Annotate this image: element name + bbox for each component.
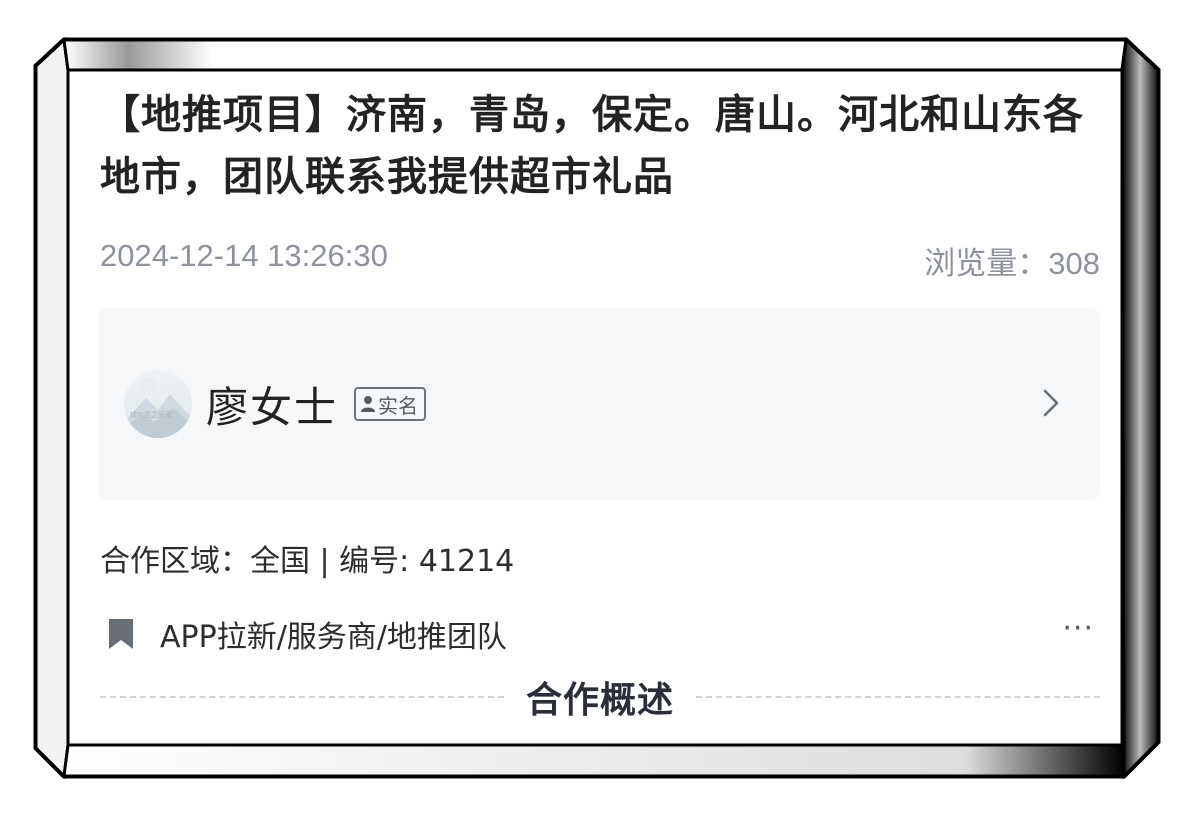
category-tags: APP拉新/服务商/地推团队 ··· bbox=[100, 612, 1100, 656]
publisher-name: 廖女士 bbox=[206, 382, 339, 432]
view-count: 浏览量：308 bbox=[924, 246, 1100, 281]
post-datetime: 2024-12-14 13:26:30 bbox=[100, 238, 388, 273]
avatar-image bbox=[124, 377, 192, 438]
more-options-button[interactable]: ··· bbox=[1062, 612, 1094, 646]
post-content: 【地推项目】济南，青岛，保定。唐山。河北和山东各地市，团队联系我提供超市礼品 2… bbox=[98, 84, 1101, 721]
avatar-text: 绿叶花之家家 bbox=[130, 411, 172, 419]
section-header: 合作概述 bbox=[100, 674, 1101, 721]
publisher-card[interactable]: 绿叶花之家家 廖女士 实名 bbox=[98, 308, 1100, 500]
divider-line-right bbox=[696, 696, 1101, 698]
chevron-right-icon[interactable] bbox=[1042, 388, 1060, 422]
divider-line-left bbox=[100, 696, 504, 698]
section-title: 合作概述 bbox=[526, 680, 675, 721]
avatar[interactable]: 绿叶花之家家 bbox=[124, 370, 192, 438]
category-text: APP拉新/服务商/地推团队 bbox=[160, 620, 507, 655]
person-icon bbox=[360, 395, 376, 413]
cooperation-info: 合作区域：全国 | 编号: 41214 bbox=[100, 544, 515, 579]
verified-label: 实名 bbox=[378, 393, 419, 418]
post-title: 【地推项目】济南，青岛，保定。唐山。河北和山东各地市，团队联系我提供超市礼品 bbox=[100, 92, 1084, 200]
post-meta: 2024-12-14 13:26:30 浏览量：308 bbox=[100, 238, 1100, 283]
bookmark-icon bbox=[109, 619, 133, 649]
verified-badge: 实名 bbox=[354, 387, 427, 421]
